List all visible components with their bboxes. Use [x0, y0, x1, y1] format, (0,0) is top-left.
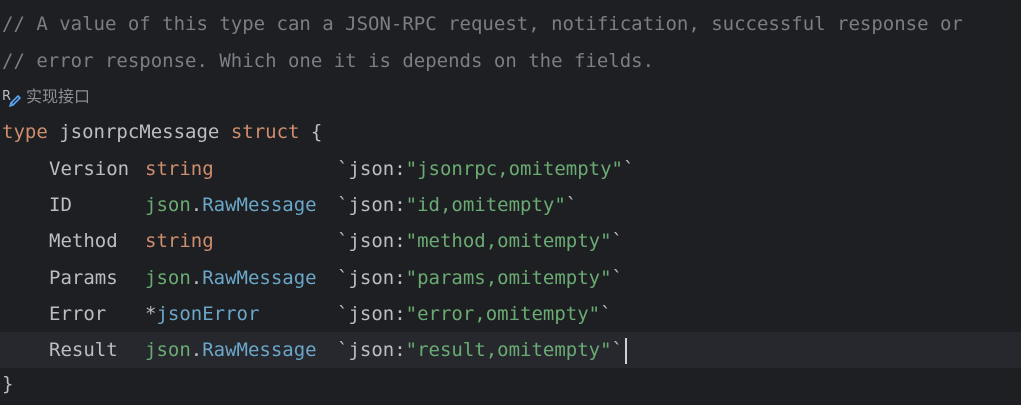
struct-tag-value: "jsonrpc,omitempty" — [405, 158, 623, 180]
type-name[interactable]: RawMessage — [202, 339, 316, 361]
code-editor[interactable]: // A value of this type can a JSON-RPC r… — [0, 0, 1021, 405]
struct-tag-close: ` — [622, 158, 635, 180]
struct-tag-value: "method,omitempty" — [405, 230, 612, 253]
type-dot: . — [190, 266, 203, 289]
struct-tag-close: ` — [600, 302, 612, 325]
code-line-field[interactable]: Version string `json:"jsonrpc,omitempty"` — [0, 151, 1021, 187]
code-line-close-brace[interactable]: } — [0, 366, 1021, 402]
field-name: Result — [49, 339, 118, 361]
code-line-field[interactable]: Result json.RawMessage `json:"result,omite… — [0, 332, 1021, 368]
keyword-struct: struct — [230, 121, 300, 143]
implement-interface-hint[interactable]: R 实现接口 — [0, 82, 90, 112]
field-type: json.RawMessage — [145, 187, 337, 223]
field-name: Version — [49, 158, 130, 180]
struct-tag-value: "params,omitempty" — [405, 266, 612, 289]
open-brace: { — [310, 121, 323, 143]
struct-tag-key: `json: — [337, 266, 406, 289]
field-name: Params — [49, 266, 118, 289]
struct-tag-close: ` — [611, 339, 623, 361]
struct-tag-key: `json: — [337, 230, 406, 253]
struct-tag-value: "error,omitempty" — [405, 302, 601, 325]
comment-text: // error response. Which one it is depen… — [2, 50, 655, 72]
struct-tag-close: ` — [611, 230, 623, 253]
struct-tag-close: ` — [611, 266, 623, 289]
type-dot: . — [190, 194, 203, 217]
field-name: Method — [49, 230, 118, 253]
code-line-field[interactable]: Method string `json:"method,omitempty"` — [0, 223, 1021, 259]
struct-tag-key: `json: — [337, 194, 406, 217]
implement-icon: R — [2, 89, 22, 108]
field-type: *jsonError — [145, 296, 337, 332]
field-name: Error — [49, 302, 107, 325]
svg-text:R: R — [2, 89, 11, 104]
implement-interface-label: 实现接口 — [26, 87, 91, 106]
type-dot: . — [190, 339, 203, 361]
type-package: json — [145, 194, 191, 217]
code-line-comment-1[interactable]: // A value of this type can a JSON-RPC r… — [0, 6, 1021, 42]
struct-tag-value: "result,omitempty" — [405, 339, 612, 361]
field-type: json.RawMessage — [145, 260, 337, 296]
field-type: json.RawMessage — [145, 332, 337, 368]
type-name[interactable]: RawMessage — [202, 267, 316, 289]
code-line-struct-decl[interactable]: type jsonrpcMessage struct { — [0, 114, 1021, 150]
text-caret — [625, 337, 627, 364]
comment-text: // A value of this type can a JSON-RPC r… — [2, 13, 963, 35]
struct-name: jsonrpcMessage — [59, 121, 220, 143]
close-brace: } — [2, 373, 14, 395]
field-name: ID — [49, 194, 72, 217]
field-type: string — [145, 151, 337, 187]
code-line-field[interactable]: ID json.RawMessage `json:"id,omitempty"` — [0, 187, 1021, 223]
struct-tag-key: `json: — [337, 302, 406, 325]
field-type: string — [145, 223, 337, 259]
type-package: json — [145, 266, 191, 289]
type-name[interactable]: string — [145, 158, 214, 180]
code-line-field[interactable]: Params json.RawMessage `json:"params,omite… — [0, 260, 1021, 296]
struct-tag-value: "id,omitempty" — [405, 194, 566, 217]
type-name[interactable]: RawMessage — [202, 194, 316, 216]
pointer-prefix: * — [145, 302, 157, 325]
type-name[interactable]: jsonError — [156, 303, 259, 325]
code-line-field[interactable]: Error *jsonError `json:"error,omitempty"` — [0, 296, 1021, 332]
struct-tag-close: ` — [565, 194, 578, 217]
keyword-type: type — [2, 121, 48, 143]
code-line-comment-2[interactable]: // error response. Which one it is depen… — [0, 43, 1021, 79]
struct-tag-key: `json: — [337, 158, 406, 180]
type-name[interactable]: string — [145, 230, 214, 252]
type-package: json — [145, 339, 191, 361]
struct-tag-key: `json: — [337, 339, 406, 361]
